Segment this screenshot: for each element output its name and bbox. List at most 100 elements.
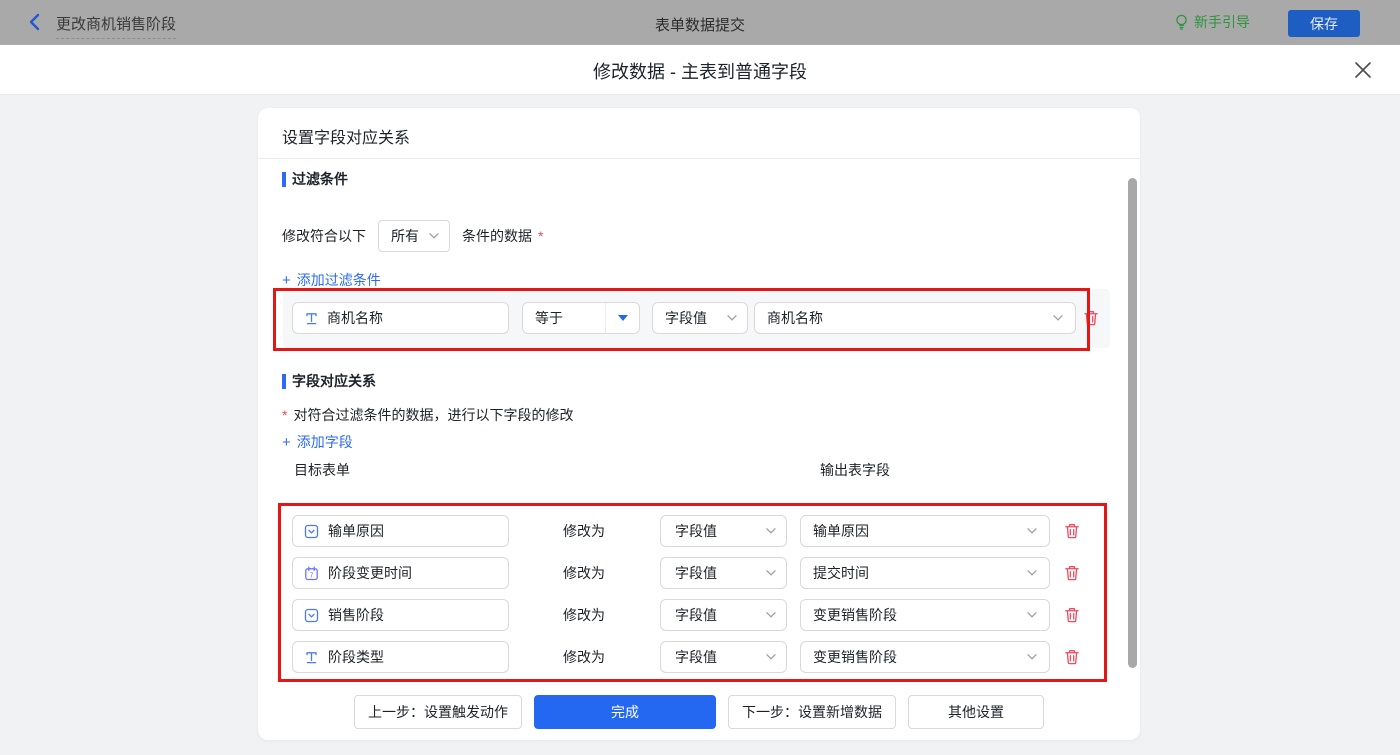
output-field-select[interactable]: 变更销售阶段 (800, 641, 1050, 673)
filter-value-type-select[interactable]: 字段值 (652, 302, 748, 334)
done-button[interactable]: 完成 (534, 695, 716, 729)
output-field-label: 变更销售阶段 (813, 647, 897, 667)
chevron-down-icon (1027, 528, 1037, 534)
required-mark: * (538, 228, 543, 244)
match-prefix-label: 修改符合以下 (282, 226, 366, 246)
filter-field-input[interactable]: 商机名称 (292, 302, 509, 334)
match-suffix-label: 条件的数据 (462, 226, 532, 246)
chevron-down-icon (766, 654, 776, 660)
value-type-select[interactable]: 字段值 (660, 641, 787, 673)
modal-title: 修改数据 - 主表到普通字段 (0, 58, 1400, 84)
filter-section-title: 过滤条件 (282, 172, 348, 187)
card-title: 设置字段对应关系 (282, 124, 410, 148)
output-field-select[interactable]: 变更销售阶段 (800, 599, 1050, 631)
modal-header: 修改数据 - 主表到普通字段 (0, 45, 1400, 95)
output-field-label: 输单原因 (813, 521, 869, 541)
chevron-down-icon (1027, 570, 1037, 576)
value-type-label: 字段值 (675, 521, 717, 541)
add-field-label: 添加字段 (297, 434, 353, 450)
beginner-guide-link[interactable]: 新手引导 (1173, 12, 1250, 32)
chevron-down-icon (727, 315, 737, 321)
trash-icon[interactable] (1082, 309, 1100, 327)
caret-down-icon (618, 315, 628, 321)
output-field-select[interactable]: 输单原因 (800, 515, 1050, 547)
target-field-label: 销售阶段 (328, 605, 384, 625)
plus-icon: + (282, 434, 291, 451)
mapping-row: 7 阶段变更时间 修改为 字段值 提交时间 (258, 557, 1140, 589)
chevron-down-icon (766, 570, 776, 576)
output-field-select[interactable]: 提交时间 (800, 557, 1050, 589)
value-type-label: 字段值 (665, 308, 707, 328)
text-field-icon (303, 310, 319, 326)
other-settings-button[interactable]: 其他设置 (908, 695, 1044, 729)
filter-value-label: 商机名称 (767, 308, 823, 328)
trash-icon[interactable] (1063, 522, 1081, 540)
value-type-select[interactable]: 字段值 (660, 599, 787, 631)
top-app-bar: 更改商机销售阶段 表单数据提交 新手引导 保存 (0, 0, 1400, 45)
chevron-down-icon (429, 233, 439, 239)
modify-label: 修改为 (563, 563, 605, 583)
select-field-icon (303, 523, 319, 539)
modify-label: 修改为 (563, 605, 605, 625)
add-filter-label: 添加过滤条件 (297, 272, 381, 288)
svg-text:7: 7 (309, 572, 313, 579)
modify-label: 修改为 (563, 521, 605, 541)
description-text: 对符合过滤条件的数据，进行以下字段的修改 (293, 407, 573, 423)
mapping-row: 阶段类型 修改为 字段值 变更销售阶段 (258, 641, 1140, 673)
operator-value: 等于 (523, 308, 605, 328)
dropdown-caret-zone[interactable] (605, 303, 639, 333)
chevron-down-icon (1053, 315, 1063, 321)
mapping-description: * 对符合过滤条件的数据，进行以下字段的修改 (282, 405, 573, 425)
scrollbar-thumb[interactable] (1128, 178, 1137, 668)
value-type-label: 字段值 (675, 563, 717, 583)
text-field-icon (303, 649, 319, 665)
prev-step-button[interactable]: 上一步：设置触发动作 (354, 695, 522, 729)
target-field-label: 输单原因 (328, 521, 384, 541)
value-type-select[interactable]: 字段值 (660, 557, 787, 589)
next-step-button[interactable]: 下一步：设置新增数据 (728, 695, 896, 729)
close-icon[interactable] (1352, 59, 1374, 81)
scope-value: 所有 (391, 226, 419, 246)
chevron-down-icon (766, 528, 776, 534)
divider (258, 158, 1140, 159)
target-field-input[interactable]: 7 阶段变更时间 (292, 557, 509, 589)
value-type-label: 字段值 (675, 605, 717, 625)
filter-value-select[interactable]: 商机名称 (754, 302, 1076, 334)
mapping-row: 输单原因 修改为 字段值 输单原因 (258, 515, 1140, 547)
column-header-target: 目标表单 (294, 460, 350, 480)
modal-body: 设置字段对应关系 过滤条件 修改符合以下 所有 条件的数据 * +添加过滤条件 … (0, 95, 1400, 755)
filter-operator-select[interactable]: 等于 (522, 302, 640, 334)
trash-icon[interactable] (1063, 606, 1081, 624)
target-field-input[interactable]: 销售阶段 (292, 599, 509, 631)
required-mark: * (282, 407, 287, 423)
output-field-label: 提交时间 (813, 563, 869, 583)
target-field-label: 阶段类型 (328, 647, 384, 667)
target-field-input[interactable]: 阶段类型 (292, 641, 509, 673)
trash-icon[interactable] (1063, 564, 1081, 582)
plus-icon: + (282, 272, 291, 289)
target-field-input[interactable]: 输单原因 (292, 515, 509, 547)
date-field-icon: 7 (303, 565, 319, 581)
add-field-link[interactable]: + 添加字段 (282, 432, 353, 452)
match-condition-line: 修改符合以下 所有 条件的数据 * (282, 220, 543, 252)
target-field-label: 阶段变更时间 (328, 563, 412, 583)
output-field-label: 变更销售阶段 (813, 605, 897, 625)
filter-field-label: 商机名称 (327, 308, 383, 328)
trash-icon[interactable] (1063, 648, 1081, 666)
chevron-down-icon (1027, 612, 1037, 618)
mapping-section-title: 字段对应关系 (282, 374, 376, 389)
mapping-row: 销售阶段 修改为 字段值 变更销售阶段 (258, 599, 1140, 631)
modify-label: 修改为 (563, 647, 605, 667)
save-button[interactable]: 保存 (1288, 10, 1360, 37)
add-filter-condition-link[interactable]: + 添加过滤条件 (282, 270, 381, 290)
match-scope-select[interactable]: 所有 (378, 220, 450, 252)
value-type-select[interactable]: 字段值 (660, 515, 787, 547)
settings-card: 设置字段对应关系 过滤条件 修改符合以下 所有 条件的数据 * +添加过滤条件 … (258, 108, 1140, 740)
value-type-label: 字段值 (675, 647, 717, 667)
lightbulb-icon (1173, 14, 1189, 30)
select-field-icon (303, 607, 319, 623)
column-header-output: 输出表字段 (820, 460, 890, 480)
filter-condition-row: 商机名称 等于 字段值 商机名称 (283, 289, 1110, 348)
guide-label: 新手引导 (1194, 12, 1250, 32)
chevron-down-icon (1027, 654, 1037, 660)
